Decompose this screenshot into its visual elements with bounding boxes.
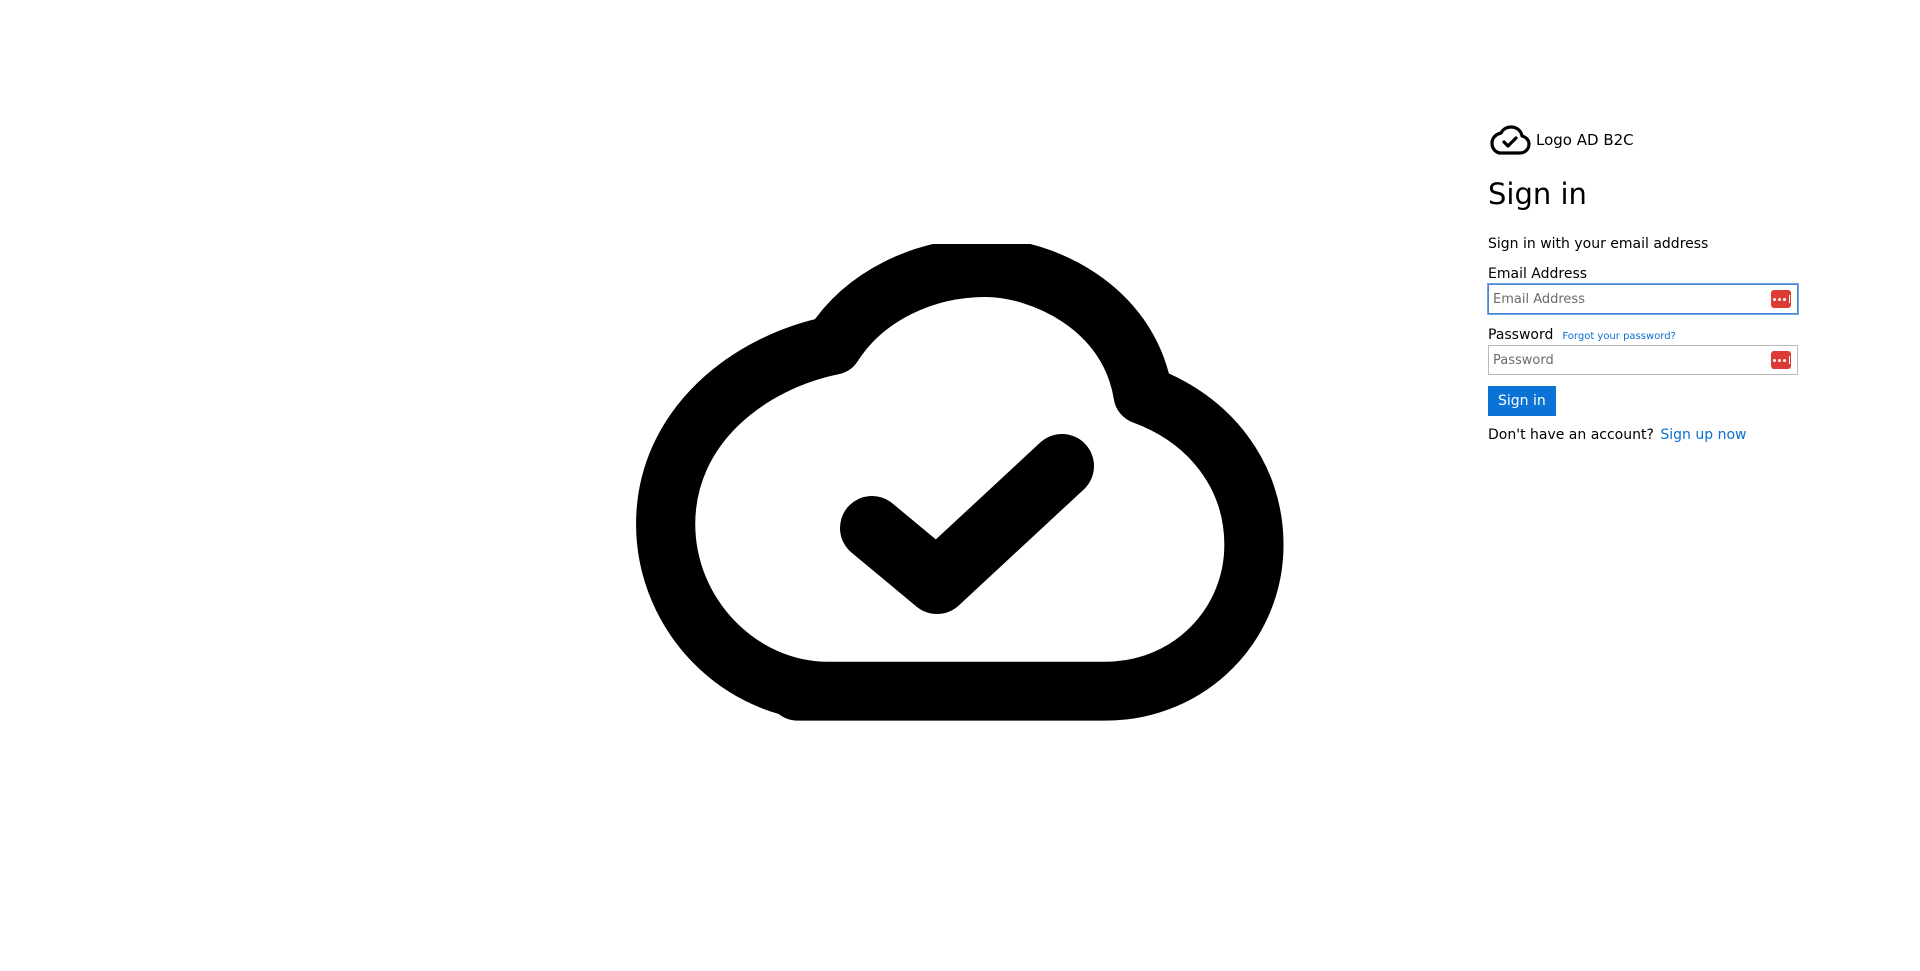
- sign-in-page: Logo AD B2C Sign in Sign in with your em…: [0, 0, 1920, 971]
- signup-row: Don't have an account? Sign up now: [1488, 426, 1798, 444]
- brand: Logo AD B2C: [1488, 118, 1798, 162]
- signup-prompt: Don't have an account?: [1488, 427, 1654, 443]
- email-label-row: Email Address: [1488, 265, 1798, 283]
- hero-cloud-check-icon: [632, 244, 1312, 734]
- sign-in-button[interactable]: Sign in: [1488, 386, 1556, 416]
- email-field-wrap: [1488, 284, 1798, 314]
- email-label: Email Address: [1488, 266, 1588, 282]
- cloud-check-icon: [1488, 122, 1532, 158]
- forgot-password-link[interactable]: Forgot your password?: [1562, 328, 1675, 346]
- password-field[interactable]: [1488, 345, 1798, 375]
- page-title: Sign in: [1488, 177, 1587, 211]
- sign-in-panel: Logo AD B2C Sign in Sign in with your em…: [1488, 118, 1798, 444]
- brand-name: Logo AD B2C: [1536, 131, 1634, 149]
- email-field[interactable]: [1488, 284, 1798, 314]
- password-manager-icon[interactable]: [1771, 351, 1791, 369]
- password-manager-icon[interactable]: [1771, 290, 1791, 308]
- password-field-wrap: [1488, 345, 1798, 375]
- intro-text: Sign in with your email address: [1488, 236, 1709, 252]
- sign-up-link[interactable]: Sign up now: [1660, 427, 1746, 443]
- password-label: Password: [1488, 327, 1554, 343]
- password-label-row: Password Forgot your password?: [1488, 326, 1798, 344]
